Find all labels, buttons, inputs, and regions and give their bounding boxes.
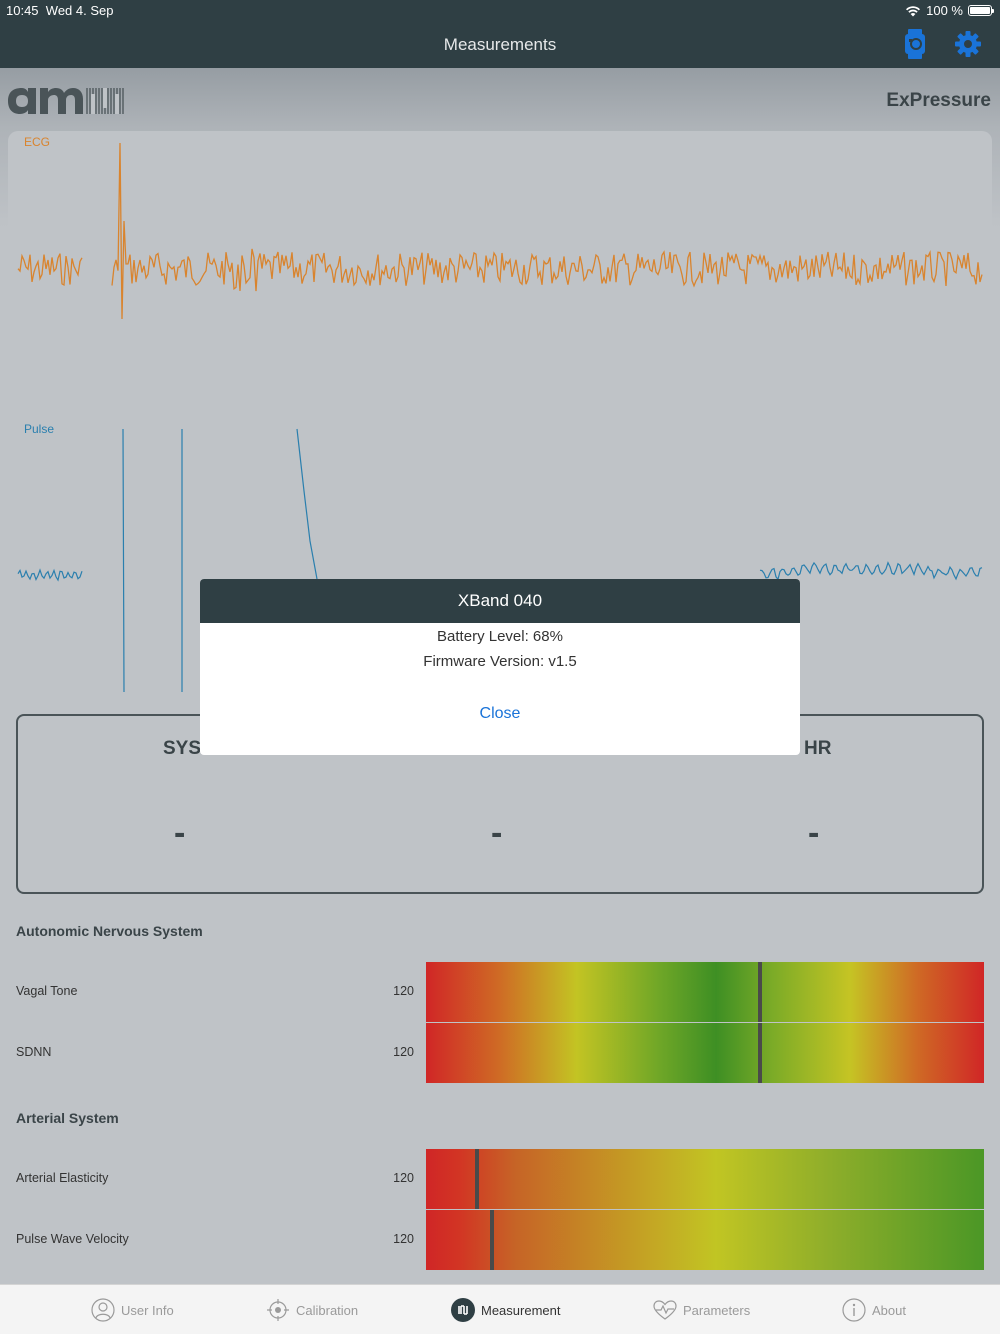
vagal-tone-label: Vagal Tone: [16, 984, 78, 998]
tab-label: Parameters: [683, 1302, 751, 1318]
target-icon: [267, 1299, 289, 1321]
sys-label: SYS: [163, 738, 202, 759]
battery-level-text: Battery Level: 68%: [437, 628, 563, 645]
user-icon: [91, 1298, 115, 1322]
tab-label: User Info: [121, 1302, 174, 1318]
status-right: 100 %: [905, 3, 994, 18]
sdnn-value: 120: [393, 1045, 414, 1059]
dia-value: -: [491, 814, 503, 852]
tab-parameters[interactable]: Parameters: [653, 1298, 750, 1322]
gear-icon[interactable]: [954, 30, 982, 58]
nav-bar: Measurements: [0, 22, 1000, 68]
vagal-tone-marker: [758, 962, 763, 1022]
status-bar: 10:45 Wed 4. Sep 100 %: [0, 0, 1000, 22]
tab-bar: User Info Calibration Measurement Parame…: [0, 1284, 1000, 1334]
heartbeat-icon: [653, 1300, 677, 1320]
ams-logo: ams: [8, 88, 124, 114]
sdnn-bar: [426, 1023, 984, 1083]
vagal-tone-value: 120: [393, 984, 414, 998]
info-icon: [842, 1298, 866, 1322]
sys-value: -: [174, 814, 186, 852]
pulse-wave-velocity-label: Pulse Wave Velocity: [16, 1232, 129, 1246]
arterial-elasticity-label: Arterial Elasticity: [16, 1171, 109, 1185]
ecg-label: ECG: [24, 135, 50, 149]
wifi-icon: [906, 5, 921, 16]
watch-icon[interactable]: [902, 29, 928, 59]
app-name: ExPressure: [886, 90, 991, 111]
hr-value: -: [808, 814, 820, 852]
tab-label: Calibration: [296, 1302, 359, 1318]
pulse-wave-velocity-bar: [426, 1210, 984, 1270]
tab-about[interactable]: About: [842, 1298, 906, 1322]
page-title: Measurements: [443, 35, 557, 54]
ecg-waveform: [17, 142, 983, 320]
tab-user-info[interactable]: User Info: [91, 1298, 174, 1322]
tab-measurement[interactable]: Measurement: [451, 1298, 560, 1322]
firmware-version-text: Firmware Version: v1.5: [423, 653, 577, 670]
arterial-elasticity-bar: [426, 1149, 984, 1209]
close-button[interactable]: Close: [200, 705, 800, 723]
tab-label: About: [872, 1302, 906, 1318]
battery-icon: [968, 5, 994, 16]
pulse-wave-velocity-value: 120: [393, 1232, 414, 1246]
arterial-elasticity-value: 120: [393, 1171, 414, 1185]
sdnn-label: SDNN: [16, 1045, 52, 1059]
device-info-dialog: XBand 040 Battery Level: 68% Firmware Ve…: [200, 579, 800, 755]
hr-label: HR: [804, 738, 832, 759]
pulse-wave-velocity-marker: [489, 1210, 494, 1270]
tab-label: Measurement: [481, 1302, 561, 1318]
ams-measure-icon: [451, 1298, 475, 1322]
autonomic-title: Autonomic Nervous System: [16, 923, 203, 939]
dialog-title: XBand 040: [200, 579, 800, 623]
vagal-tone-bar: [426, 962, 984, 1022]
pulse-label: Pulse: [24, 422, 54, 436]
status-time: 10:45 Wed 4. Sep: [6, 3, 114, 18]
arterial-title: Arterial System: [16, 1110, 119, 1126]
arterial-elasticity-marker: [474, 1149, 479, 1209]
battery-percent: 100 %: [926, 3, 963, 18]
sdnn-marker: [758, 1023, 763, 1083]
tab-calibration[interactable]: Calibration: [266, 1298, 358, 1322]
